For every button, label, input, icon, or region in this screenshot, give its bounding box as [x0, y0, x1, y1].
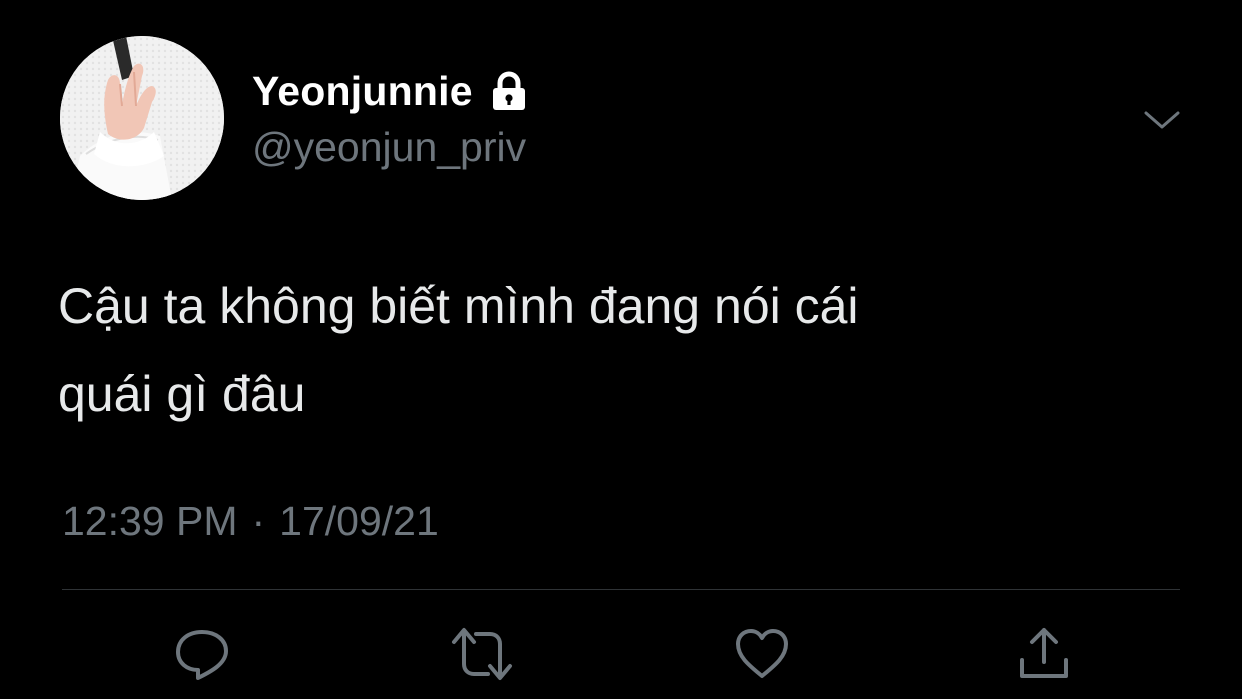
reply-button[interactable] [170, 622, 234, 686]
chevron-down-icon [1144, 111, 1180, 129]
user-handle[interactable]: @yeonjun_priv [252, 124, 526, 171]
divider [62, 589, 1180, 590]
reply-icon [176, 630, 228, 680]
tweet-date[interactable]: 17/09/21 [279, 498, 439, 545]
display-name[interactable]: Yeonjunnie [252, 68, 473, 115]
action-bar [0, 622, 1242, 686]
more-options-button[interactable] [1140, 98, 1184, 142]
tweet-time[interactable]: 12:39 PM [62, 498, 238, 545]
share-icon [1020, 628, 1068, 678]
retweet-icon [452, 628, 512, 680]
lock-icon [487, 69, 531, 113]
user-name-row: Yeonjunnie [252, 66, 531, 116]
like-button[interactable] [730, 622, 794, 686]
like-icon [736, 629, 788, 678]
share-button[interactable] [1012, 622, 1076, 686]
tweet: Yeonjunnie @yeonjun_priv Cậu ta không bi… [0, 0, 1242, 699]
meta-separator: · [251, 498, 266, 544]
avatar[interactable] [60, 36, 224, 200]
tweet-text: Cậu ta không biết mình đang nói cái quái… [58, 278, 859, 422]
retweet-button[interactable] [450, 622, 514, 686]
tweet-meta: 12:39 PM · 17/09/21 [62, 498, 439, 545]
avatar-hand-photo [60, 36, 224, 200]
